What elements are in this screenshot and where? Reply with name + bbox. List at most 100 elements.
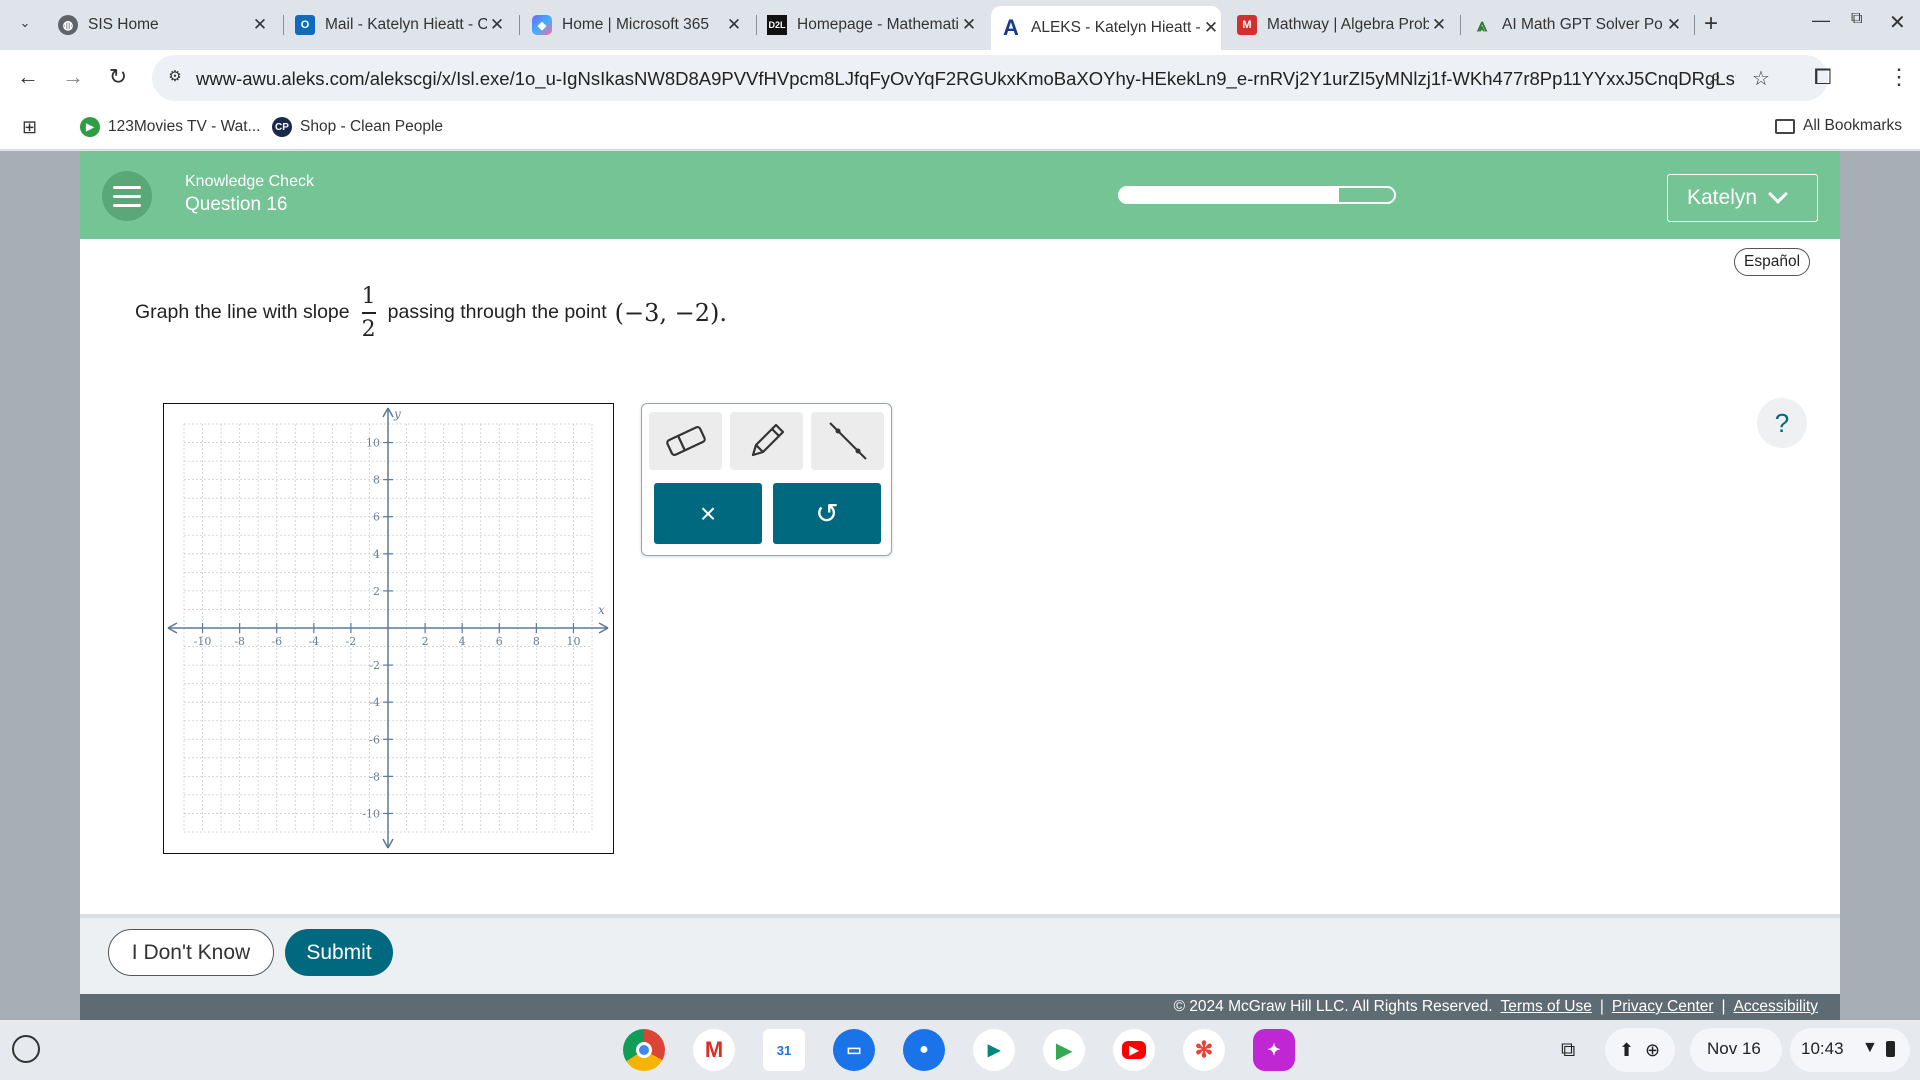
launcher-icon[interactable] bbox=[12, 1035, 40, 1063]
clear-button[interactable]: × bbox=[654, 483, 762, 544]
meet-icon[interactable]: ▶ bbox=[973, 1029, 1015, 1071]
canvas-icon[interactable]: ✦ bbox=[1253, 1029, 1295, 1071]
y-tick-label: -4 bbox=[369, 696, 380, 709]
accessibility-link[interactable]: Accessibility bbox=[1734, 998, 1818, 1016]
tab-mail[interactable]: O Mail - Katelyn Hieatt - O ✕ bbox=[295, 6, 507, 44]
play-icon: ▶ bbox=[80, 117, 100, 137]
tab-aleks[interactable]: A ALEKS - Katelyn Hieatt - ✕ bbox=[991, 6, 1221, 50]
zoom-icon[interactable]: ⌕ bbox=[1710, 66, 1721, 89]
gmail-icon[interactable]: M bbox=[693, 1029, 735, 1071]
y-tick-label: 6 bbox=[373, 511, 380, 524]
close-tab-icon[interactable]: ✕ bbox=[250, 15, 270, 35]
tab-d2l-homepage[interactable]: D2L Homepage - Mathematics ✕ bbox=[767, 6, 979, 44]
submit-button[interactable]: Submit bbox=[285, 929, 393, 976]
address-bar[interactable]: ⚙ www-awu.aleks.com/alekscgi/x/Isl.exe/1… bbox=[152, 55, 1828, 101]
close-tab-icon[interactable]: ✕ bbox=[1201, 18, 1221, 38]
date-tray[interactable]: Nov 16 bbox=[1690, 1028, 1782, 1072]
user-name: Katelyn bbox=[1687, 186, 1758, 209]
tab-sis-home[interactable]: ◍ SIS Home ✕ bbox=[58, 6, 270, 44]
clipboard-icon[interactable]: ⧉ bbox=[1561, 1039, 1575, 1062]
tab-label: Homepage - Mathematics bbox=[797, 16, 959, 33]
upload-icon: ⬆ bbox=[1619, 1040, 1635, 1060]
minimize-icon[interactable]: — bbox=[1812, 10, 1830, 31]
separator: | bbox=[1599, 998, 1604, 1015]
x-tick-label: -8 bbox=[234, 635, 245, 648]
terms-link[interactable]: Terms of Use bbox=[1501, 998, 1592, 1016]
new-tab-icon[interactable]: + bbox=[1704, 10, 1718, 38]
messages-icon[interactable]: ● bbox=[903, 1029, 945, 1071]
date-text: Nov 16 bbox=[1707, 1039, 1761, 1058]
back-icon[interactable]: ← bbox=[14, 64, 42, 90]
coordinate-graph[interactable]: -10 -8 -6 -4 -2 2 4 6 8 10 10 8 6 4 2 -2 -4 -6 -8 -10 x y bbox=[163, 403, 614, 854]
tab-ai-math-gpt[interactable]: ⩓ AI Math GPT Solver Po ✕ bbox=[1472, 6, 1684, 44]
x-tick-label: 8 bbox=[533, 635, 540, 648]
hamburger-menu-icon[interactable] bbox=[102, 171, 152, 221]
upload-tray[interactable]: ⬆ ⊕ bbox=[1605, 1028, 1675, 1072]
bookmark-clean-people[interactable]: CP Shop - Clean People bbox=[272, 117, 443, 137]
forward-icon[interactable]: → bbox=[59, 64, 87, 90]
tab-microsoft-365[interactable]: ◆ Home | Microsoft 365 ✕ bbox=[532, 6, 744, 44]
fraction-denominator: 2 bbox=[361, 316, 376, 342]
progress-bar bbox=[1118, 186, 1396, 204]
slope-fraction: 1 2 bbox=[361, 284, 376, 342]
tab-mathway[interactable]: M Mathway | Algebra Problem ✕ bbox=[1237, 6, 1449, 44]
chrome-icon[interactable] bbox=[623, 1029, 665, 1071]
os-shelf: M 31 ▭ ● ▶ ▶ ▶ ✻ ✦ ⧉ ⬆ ⊕ Nov 16 10:43 ▼ bbox=[0, 1020, 1920, 1080]
action-footer: I Don't Know Submit bbox=[80, 914, 1840, 994]
pencil-tool-button[interactable] bbox=[730, 412, 803, 470]
y-tick-label: 8 bbox=[373, 474, 380, 487]
tab-label: ALEKS - Katelyn Hieatt - bbox=[1031, 19, 1201, 36]
extensions-icon[interactable]: ⧠ bbox=[1814, 64, 1832, 90]
x-tick-label: -10 bbox=[194, 635, 212, 648]
close-tab-icon[interactable]: ✕ bbox=[724, 15, 744, 35]
pencil-icon bbox=[751, 423, 784, 457]
bookmark-label: Shop - Clean People bbox=[300, 118, 444, 135]
play-store-icon[interactable]: ▶ bbox=[1043, 1029, 1085, 1071]
question-prefix: Graph the line with slope bbox=[135, 301, 350, 324]
eraser-tool-button[interactable] bbox=[649, 412, 722, 470]
y-tick-label: 10 bbox=[366, 437, 380, 450]
bookmark-123movies[interactable]: ▶ 123Movies TV - Wat... bbox=[80, 117, 260, 137]
close-window-icon[interactable]: ✕ bbox=[1889, 10, 1906, 35]
undo-button[interactable]: ↺ bbox=[773, 483, 881, 544]
x-tick-label: 2 bbox=[422, 635, 429, 648]
calendar-icon[interactable]: 31 bbox=[763, 1029, 805, 1071]
user-menu-button[interactable]: Katelyn bbox=[1667, 174, 1818, 222]
graph-canvas[interactable]: -10 -8 -6 -4 -2 2 4 6 8 10 10 8 6 4 2 -2 -4 -6 -8 -10 x y bbox=[164, 404, 612, 852]
photos-icon[interactable]: ✻ bbox=[1183, 1029, 1225, 1071]
files-icon[interactable]: ▭ bbox=[833, 1029, 875, 1071]
tab-search-chevron-icon[interactable]: ⌄ bbox=[14, 12, 36, 34]
x-axis-label: x bbox=[598, 603, 605, 617]
dont-know-button[interactable]: I Don't Know bbox=[108, 929, 274, 976]
help-button[interactable]: ? bbox=[1757, 398, 1807, 448]
all-bookmarks[interactable]: All Bookmarks bbox=[1775, 117, 1902, 135]
bookmark-star-icon[interactable]: ☆ bbox=[1752, 66, 1770, 91]
add-icon: ⊕ bbox=[1645, 1040, 1661, 1060]
graph-tools-panel: × ↺ bbox=[641, 403, 892, 556]
url-text[interactable]: www-awu.aleks.com/alekscgi/x/Isl.exe/1o_… bbox=[196, 68, 1736, 90]
status-tray[interactable]: 10:43 ▼ bbox=[1790, 1028, 1910, 1072]
mathway-icon: M bbox=[1237, 15, 1257, 35]
privacy-link[interactable]: Privacy Center bbox=[1612, 998, 1714, 1016]
close-tab-icon[interactable]: ✕ bbox=[487, 15, 507, 35]
reload-icon[interactable]: ↻ bbox=[104, 64, 132, 90]
x-tick-label: -2 bbox=[346, 635, 357, 648]
x-tick-label: 10 bbox=[566, 635, 580, 648]
y-tick-label: -8 bbox=[369, 770, 380, 783]
language-toggle-button[interactable]: Español bbox=[1734, 248, 1811, 276]
close-tab-icon[interactable]: ✕ bbox=[959, 15, 979, 35]
menu-dots-icon[interactable]: ⋮ bbox=[1888, 64, 1910, 90]
close-tab-icon[interactable]: ✕ bbox=[1664, 15, 1684, 35]
folder-icon bbox=[1775, 118, 1795, 134]
tab-label: Home | Microsoft 365 bbox=[562, 16, 710, 33]
apps-grid-icon[interactable]: ⊞ bbox=[22, 117, 37, 138]
y-tick-label: -6 bbox=[369, 733, 380, 746]
line-tool-button[interactable] bbox=[811, 412, 884, 470]
site-info-icon[interactable]: ⚙ bbox=[164, 67, 186, 89]
youtube-icon[interactable]: ▶ bbox=[1113, 1029, 1155, 1071]
bookmarks-bar: ⊞ ▶ 123Movies TV - Wat... CP Shop - Clea… bbox=[0, 106, 1920, 150]
question-point: (−3, −2). bbox=[614, 298, 727, 327]
restore-icon[interactable]: ⧉ bbox=[1851, 10, 1862, 28]
close-tab-icon[interactable]: ✕ bbox=[1429, 15, 1449, 35]
line-tool-icon bbox=[828, 422, 867, 460]
